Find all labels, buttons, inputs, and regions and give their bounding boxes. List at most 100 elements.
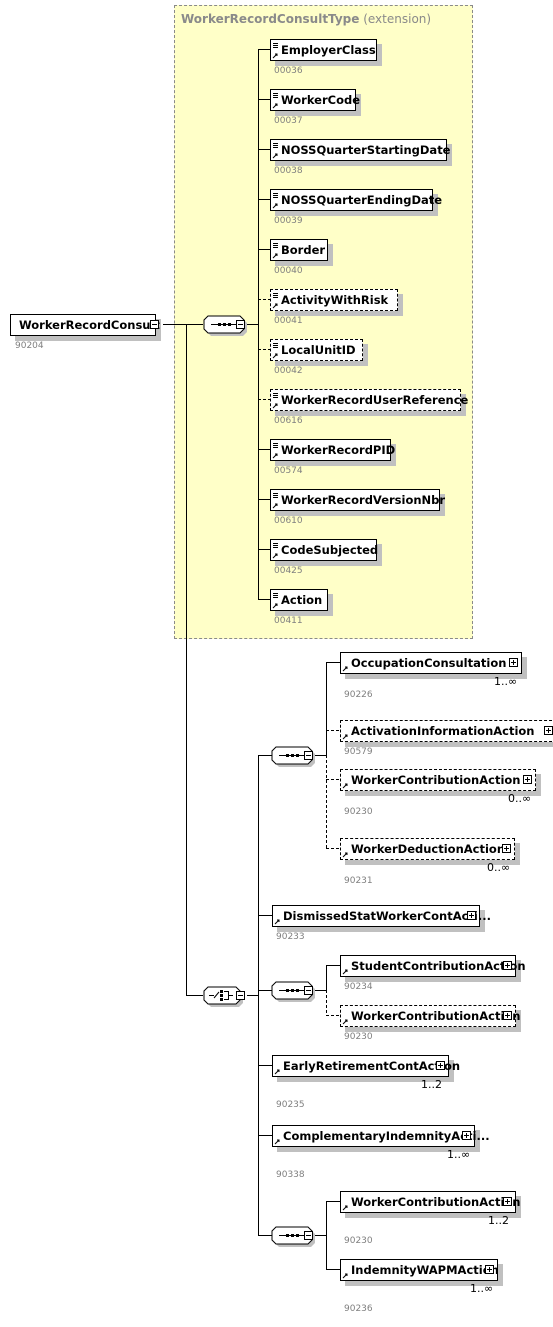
expand-icon[interactable]: [462, 1131, 471, 1140]
element-label: NOSSQuarterStartingDate: [281, 143, 451, 157]
element-code: 90230: [344, 1032, 373, 1042]
simple-type-icon: [272, 41, 280, 59]
reference-arrow-icon: [274, 907, 282, 925]
element-label: WorkerContributionAction: [351, 1195, 521, 1209]
element-code: 00039: [274, 216, 303, 226]
element-label: WorkerRecordVersionNbr: [281, 493, 446, 507]
root-collapse-button[interactable]: [150, 320, 159, 329]
cardinality-label: 1..∞: [447, 1148, 471, 1161]
sequence-element-activitywithrisk[interactable]: ActivityWithRisk: [270, 289, 398, 311]
element-label: DismissedStatWorkerContActi...: [283, 909, 491, 923]
expand-icon[interactable]: [544, 726, 553, 735]
simple-type-icon: [272, 391, 280, 409]
expand-icon[interactable]: [485, 1265, 494, 1274]
element-label: Border: [281, 243, 326, 257]
reference-arrow-icon: [342, 1007, 350, 1025]
reference-arrow-icon: [274, 1127, 282, 1145]
element-label: WorkerContributionAction: [351, 1009, 521, 1023]
choice-collapse-button[interactable]: [236, 991, 245, 1000]
simple-type-icon: [272, 291, 280, 309]
choice-element-studentcontributionaction[interactable]: StudentContributionAction: [340, 955, 526, 977]
choice-element-activationinformationaction[interactable]: ActivationInformationAction: [340, 720, 553, 742]
expand-icon[interactable]: [503, 1011, 512, 1020]
element-label: IndemnityWAPMAction: [351, 1263, 499, 1277]
sequence-element-codesubjected[interactable]: CodeSubjected: [270, 539, 379, 561]
sequence-element-border[interactable]: Border: [270, 239, 328, 261]
expand-icon[interactable]: [467, 911, 476, 920]
sequence-element-workercode[interactable]: WorkerCode: [270, 89, 360, 111]
element-code: 00036: [274, 66, 303, 76]
choice-element-workerdeductionaction[interactable]: WorkerDeductionAction: [340, 838, 518, 863]
expand-icon[interactable]: [502, 844, 511, 853]
choice-element-workercontributionaction[interactable]: WorkerContributionAction: [340, 769, 539, 794]
simple-type-icon: [272, 191, 280, 209]
element-code: 00610: [274, 516, 303, 526]
element-code: 90235: [276, 1100, 305, 1110]
element-label: LocalUnitID: [281, 343, 356, 357]
cardinality-label: 0..∞: [487, 861, 511, 874]
sequence-element-workerrecordversionnbr[interactable]: WorkerRecordVersionNbr: [270, 489, 445, 511]
choice-element-dismissedstatworkercontaction[interactable]: DismissedStatWorkerContActi...: [272, 905, 491, 927]
element-label: ActivationInformationAction: [351, 724, 535, 738]
root-element[interactable]: WorkerRecordConsult: [10, 314, 160, 336]
sequence-element-nossquarterendingdate[interactable]: NOSSQuarterEndingDate: [270, 189, 442, 211]
sequence-collapse-button[interactable]: [236, 320, 245, 329]
cardinality-label: 0..∞: [508, 792, 532, 805]
element-code: 00037: [274, 116, 303, 126]
sequence-element-action[interactable]: Action: [270, 589, 328, 611]
element-code: 00574: [274, 466, 303, 476]
root-code: 90204: [15, 341, 44, 351]
expand-icon[interactable]: [503, 961, 512, 970]
expand-icon[interactable]: [436, 1061, 445, 1070]
element-code: 00040: [274, 266, 303, 276]
simple-type-icon: [272, 91, 280, 109]
simple-type-icon: [272, 341, 280, 359]
sequence-element-employerclass[interactable]: EmployerClass: [270, 39, 377, 61]
root-element-label: WorkerRecordConsult: [19, 318, 160, 332]
element-label: ComplementaryIndemnityActi...: [283, 1129, 490, 1143]
sequence-element-localunitid[interactable]: LocalUnitID: [270, 339, 363, 361]
element-code: 00042: [274, 366, 303, 376]
sequence-element-nossquarterstartingdate[interactable]: NOSSQuarterStartingDate: [270, 139, 451, 161]
element-label: Action: [281, 593, 323, 607]
element-label: WorkerCode: [281, 93, 361, 107]
choice-element-indemnitywapmaction[interactable]: IndemnityWAPMAction: [340, 1259, 501, 1284]
element-code: 90236: [344, 1304, 373, 1314]
cardinality-label: 1..∞: [470, 1282, 494, 1295]
element-label: WorkerRecordPID: [281, 443, 396, 457]
element-label: NOSSQuarterEndingDate: [281, 193, 443, 207]
cardinality-label: 1..2: [488, 1214, 509, 1227]
element-code: 90231: [344, 876, 373, 886]
sequence-collapse-button[interactable]: [304, 751, 313, 760]
element-code: 90230: [344, 1236, 373, 1246]
element-label: StudentContributionAction: [351, 959, 526, 973]
sequence-element-workerrecordpid[interactable]: WorkerRecordPID: [270, 439, 395, 461]
choice-element-workercontributionaction[interactable]: WorkerContributionAction: [340, 1191, 521, 1216]
choice-element-earlyretirementcontaction[interactable]: EarlyRetirementContAction: [272, 1055, 460, 1080]
element-code: 90226: [344, 690, 373, 700]
element-label: CodeSubjected: [281, 543, 379, 557]
sequence-element-workerrecorduserreference[interactable]: WorkerRecordUserReference: [270, 389, 468, 411]
element-label: OccupationConsultation: [351, 656, 507, 670]
element-label: WorkerRecordUserReference: [281, 393, 469, 407]
element-code: 00425: [274, 566, 303, 576]
expand-icon[interactable]: [503, 1197, 512, 1206]
element-code: 00616: [274, 416, 303, 426]
simple-type-icon: [272, 541, 280, 559]
element-label: EmployerClass: [281, 43, 376, 57]
simple-type-icon: [272, 241, 280, 259]
choice-element-occupationconsultation[interactable]: OccupationConsultation: [340, 652, 525, 677]
reference-arrow-icon: [274, 1057, 282, 1075]
element-label: EarlyRetirementContAction: [283, 1059, 461, 1073]
element-label: WorkerContributionAction: [351, 773, 521, 787]
reference-arrow-icon: [342, 722, 350, 740]
simple-type-icon: [272, 441, 280, 459]
sequence-collapse-button[interactable]: [304, 1231, 313, 1240]
sequence-collapse-button[interactable]: [304, 986, 313, 995]
expand-icon[interactable]: [509, 658, 518, 667]
choice-element-workercontributionaction[interactable]: WorkerContributionAction: [340, 1005, 521, 1027]
element-label: ActivityWithRisk: [281, 293, 389, 307]
simple-type-icon: [272, 591, 280, 609]
choice-element-complementaryindemnityaction[interactable]: ComplementaryIndemnityActi...: [272, 1125, 490, 1150]
expand-icon[interactable]: [523, 775, 532, 784]
